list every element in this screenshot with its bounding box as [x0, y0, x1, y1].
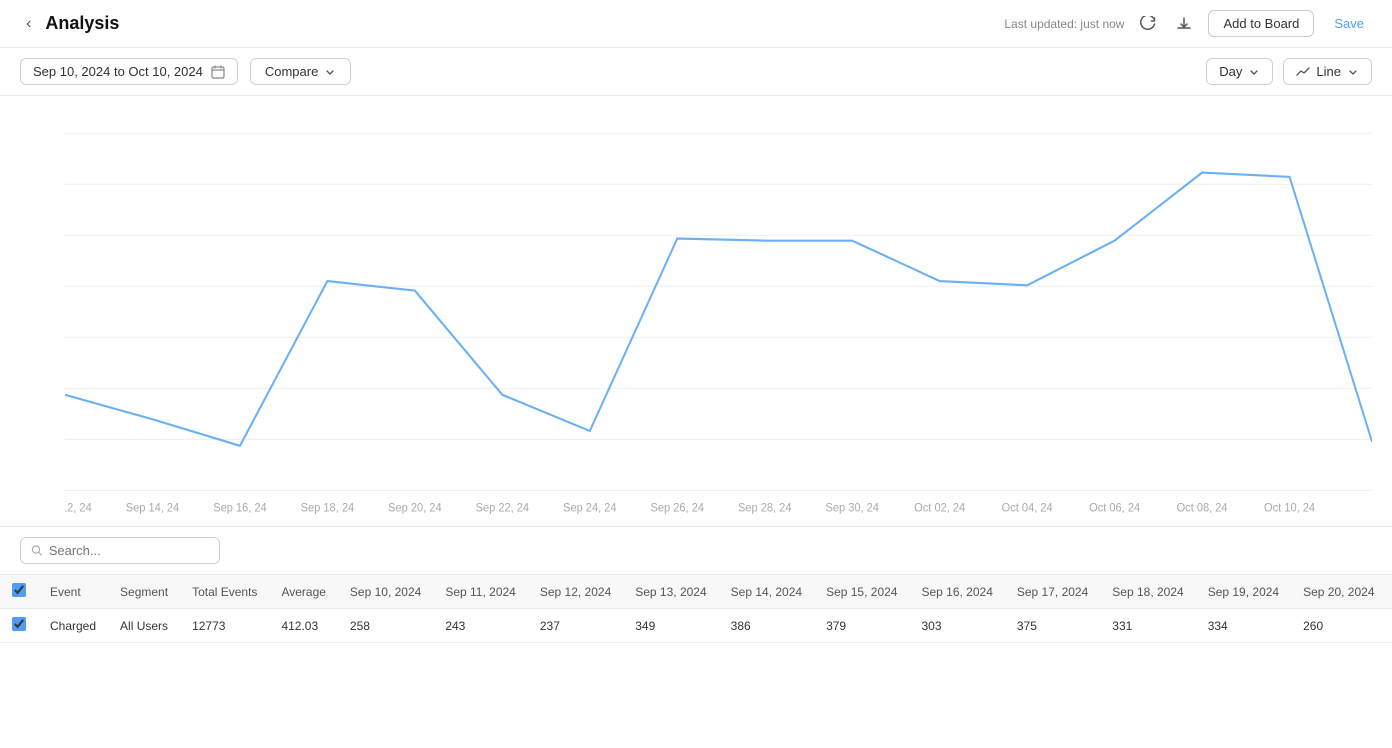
refresh-button[interactable] [1136, 12, 1160, 36]
row-segment: All Users [108, 609, 180, 643]
col-sep21[interactable]: Sep 21, 2024 [1387, 575, 1392, 609]
day-dropdown-button[interactable]: Day [1206, 58, 1273, 85]
col-sep14[interactable]: Sep 14, 2024 [719, 575, 814, 609]
col-sep18[interactable]: Sep 18, 2024 [1100, 575, 1195, 609]
col-sep10[interactable]: Sep 10, 2024 [338, 575, 433, 609]
save-button[interactable]: Save [1326, 11, 1372, 36]
row-total: 12773 [180, 609, 269, 643]
svg-text:Sep 22, 24: Sep 22, 24 [476, 502, 529, 514]
header-left: ‹ Analysis [20, 13, 119, 35]
table-row: Charged All Users 12773 412.03 258 243 2… [0, 609, 1392, 643]
col-sep12[interactable]: Sep 12, 2024 [528, 575, 623, 609]
line-chevron-icon [1347, 66, 1359, 78]
row-sep10: 258 [338, 609, 433, 643]
col-event[interactable]: Event [38, 575, 108, 609]
col-sep20[interactable]: Sep 20, 2024 [1291, 575, 1386, 609]
line-label: Line [1316, 64, 1341, 79]
toolbar-left: Sep 10, 2024 to Oct 10, 2024 Compare [20, 58, 351, 85]
day-chevron-icon [1248, 66, 1260, 78]
back-button[interactable]: ‹ [20, 13, 37, 35]
svg-text:Oct 04, 24: Oct 04, 24 [1002, 502, 1053, 514]
download-button[interactable] [1172, 12, 1196, 36]
col-sep17[interactable]: Sep 17, 2024 [1005, 575, 1100, 609]
svg-text:Oct 02, 24: Oct 02, 24 [914, 502, 965, 514]
svg-text:Sep 18, 24: Sep 18, 24 [301, 502, 354, 514]
svg-text:Oct 10, 24: Oct 10, 24 [1264, 502, 1315, 514]
row-sep15: 379 [814, 609, 909, 643]
row-sep12: 237 [528, 609, 623, 643]
row-average: 412.03 [269, 609, 337, 643]
line-dropdown-button[interactable]: Line [1283, 58, 1372, 85]
col-sep19[interactable]: Sep 19, 2024 [1196, 575, 1291, 609]
line-chart-icon [1296, 65, 1310, 79]
header-right: Last updated: just now Add to Board Save [1004, 10, 1372, 37]
header-checkbox[interactable] [12, 583, 26, 597]
svg-text:Sep 12, 24: Sep 12, 24 [65, 502, 92, 514]
svg-text:Sep 28, 24: Sep 28, 24 [738, 502, 791, 514]
row-sep17: 375 [1005, 609, 1100, 643]
header: ‹ Analysis Last updated: just now Add to… [0, 0, 1392, 48]
row-sep21: 460 [1387, 609, 1392, 643]
row-sep20: 260 [1291, 609, 1386, 643]
row-sep16: 303 [909, 609, 1004, 643]
page-title: Analysis [45, 13, 119, 34]
compare-chevron-icon [324, 66, 336, 78]
svg-text:Oct 08, 24: Oct 08, 24 [1177, 502, 1228, 514]
row-sep19: 334 [1196, 609, 1291, 643]
data-table-wrap: Event Segment Total Events Average Sep 1… [0, 575, 1392, 643]
col-sep11[interactable]: Sep 11, 2024 [433, 575, 528, 609]
svg-text:Sep 26, 24: Sep 26, 24 [651, 502, 704, 514]
svg-text:Sep 20, 24: Sep 20, 24 [388, 502, 441, 514]
col-sep13[interactable]: Sep 13, 2024 [623, 575, 718, 609]
col-sep15[interactable]: Sep 15, 2024 [814, 575, 909, 609]
chart-inner: 550 500 450 400 350 300 250 200 Sep 12, … [65, 112, 1372, 516]
toolbar-right: Day Line [1206, 58, 1372, 85]
svg-text:Oct 06, 24: Oct 06, 24 [1089, 502, 1140, 514]
search-input-wrap[interactable] [20, 537, 220, 564]
search-input[interactable] [49, 543, 209, 558]
row-checkbox[interactable] [12, 617, 26, 631]
row-sep13: 349 [623, 609, 718, 643]
row-sep14: 386 [719, 609, 814, 643]
calendar-icon [211, 65, 225, 79]
search-bar [0, 527, 1392, 575]
bottom-section: Event Segment Total Events Average Sep 1… [0, 526, 1392, 643]
svg-text:Sep 24, 24: Sep 24, 24 [563, 502, 616, 514]
toolbar: Sep 10, 2024 to Oct 10, 2024 Compare Day [0, 48, 1392, 96]
search-icon [31, 544, 43, 557]
row-sep11: 243 [433, 609, 528, 643]
chart-line [65, 173, 1372, 446]
day-label: Day [1219, 64, 1242, 79]
date-range-text: Sep 10, 2024 to Oct 10, 2024 [33, 64, 203, 79]
compare-button[interactable]: Compare [250, 58, 351, 85]
table-header-row: Event Segment Total Events Average Sep 1… [0, 575, 1392, 609]
svg-text:Sep 30, 24: Sep 30, 24 [825, 502, 878, 514]
col-segment[interactable]: Segment [108, 575, 180, 609]
col-average[interactable]: Average [269, 575, 337, 609]
svg-text:Sep 16, 24: Sep 16, 24 [213, 502, 266, 514]
row-sep18: 331 [1100, 609, 1195, 643]
download-icon [1176, 16, 1192, 32]
col-total-events[interactable]: Total Events [180, 575, 269, 609]
last-updated-text: Last updated: just now [1004, 17, 1124, 31]
add-to-board-button[interactable]: Add to Board [1208, 10, 1314, 37]
chart-container: 550 500 450 400 350 300 250 200 Sep 12, … [20, 112, 1372, 516]
data-table: Event Segment Total Events Average Sep 1… [0, 575, 1392, 643]
refresh-icon [1140, 16, 1156, 32]
row-event: Charged [38, 609, 108, 643]
chart-area: 550 500 450 400 350 300 250 200 Sep 12, … [0, 96, 1392, 526]
compare-label: Compare [265, 64, 318, 79]
col-sep16[interactable]: Sep 16, 2024 [909, 575, 1004, 609]
row-checkbox-cell [0, 609, 38, 643]
line-chart-svg: 550 500 450 400 350 300 250 200 Sep 12, … [65, 112, 1372, 516]
date-range-button[interactable]: Sep 10, 2024 to Oct 10, 2024 [20, 58, 238, 85]
svg-text:Sep 14, 24: Sep 14, 24 [126, 502, 179, 514]
header-checkbox-cell [0, 575, 38, 609]
